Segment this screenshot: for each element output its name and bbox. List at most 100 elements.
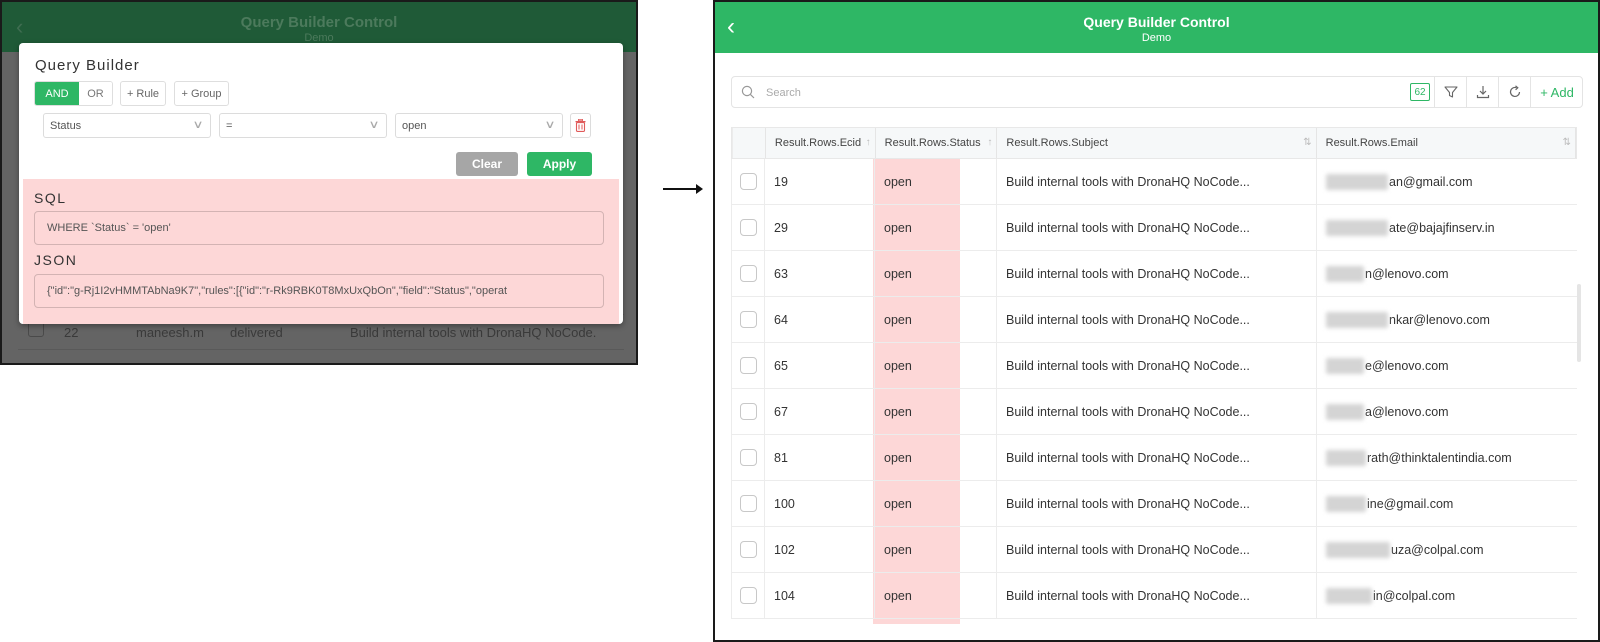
- cell-subject: Build internal tools with DronaHQ NoCode…: [997, 343, 1317, 388]
- row-checkbox[interactable]: [739, 495, 757, 512]
- sort-icon[interactable]: ⇅: [1563, 137, 1571, 148]
- row-subject: Build internal tools with DronaHQ NoCode…: [350, 325, 597, 340]
- row-select-cell: [731, 297, 765, 342]
- table-row[interactable]: 63 open Build internal tools with DronaHQ …: [731, 251, 1577, 297]
- operator-select-value: =: [226, 119, 233, 132]
- json-output-field[interactable]: {"id":"g-Rj1I2vHMMTAbNa9K7","rules":[{"i…: [34, 274, 604, 308]
- table-row[interactable]: 67 open Build internal tools with DronaHQ …: [731, 389, 1577, 435]
- cell-ecid: 63: [765, 251, 875, 296]
- refresh-icon: [1509, 85, 1520, 98]
- operator-select[interactable]: = ∨: [219, 113, 387, 138]
- value-select[interactable]: open ∨: [395, 113, 563, 138]
- cell-status: open: [875, 251, 997, 296]
- table-row[interactable]: 81 open Build internal tools with DronaHQ …: [731, 435, 1577, 481]
- redacted-blur: [1326, 219, 1388, 236]
- combinator-and[interactable]: AND: [35, 82, 79, 105]
- cell-status: open: [875, 389, 997, 434]
- cell-email: e@lenovo.com: [1317, 343, 1577, 388]
- delete-rule-button[interactable]: [570, 113, 591, 138]
- row-id: 22: [64, 325, 79, 340]
- cell-email: n@lenovo.com: [1317, 251, 1577, 296]
- column-header-ecid[interactable]: Result.Rows.Ecid ↑: [766, 128, 876, 158]
- query-output-panel: SQL WHERE `Status` = 'open' JSON {"id":"…: [23, 179, 619, 324]
- row-checkbox[interactable]: [739, 541, 757, 558]
- filter-button[interactable]: [1434, 77, 1466, 107]
- search-input[interactable]: [766, 83, 1366, 103]
- cell-subject: Build internal tools with DronaHQ NoCode…: [997, 251, 1317, 296]
- table-row[interactable]: 19 open Build internal tools with DronaHQ …: [731, 159, 1577, 205]
- cell-email: a@lenovo.com: [1317, 389, 1577, 434]
- row-checkbox[interactable]: [739, 173, 757, 190]
- apply-button[interactable]: Apply: [527, 152, 592, 176]
- email-visible-part: ine@gmail.com: [1367, 496, 1454, 511]
- cell-ecid: 19: [765, 159, 875, 204]
- cell-status: open: [875, 481, 997, 526]
- cell-ecid: 102: [765, 527, 875, 572]
- row-checkbox[interactable]: [739, 311, 757, 328]
- data-table: Result.Rows.Ecid ↑ Result.Rows.Status ↑ …: [731, 127, 1581, 624]
- redacted-blur: [1326, 265, 1364, 282]
- cell-email: ate@bajajfinserv.in: [1317, 205, 1577, 250]
- search-icon: [741, 85, 755, 99]
- clear-button[interactable]: Clear: [456, 152, 518, 176]
- cell-subject: Build internal tools with DronaHQ NoCode…: [997, 389, 1317, 434]
- row-select-cell: [731, 435, 765, 480]
- row-checkbox[interactable]: [739, 449, 757, 466]
- add-group-button[interactable]: + Group: [174, 81, 229, 106]
- field-select[interactable]: Status ∨: [43, 113, 211, 138]
- cell-status: open: [875, 159, 997, 204]
- email-visible-part: e@lenovo.com: [1365, 358, 1449, 373]
- email-visible-part: nkar@lenovo.com: [1389, 312, 1490, 327]
- column-header-email[interactable]: Result.Rows.Email ⇅: [1317, 128, 1576, 158]
- query-builder-modal-screenshot: ‹ Query Builder Control Demo 22 maneesh.…: [0, 0, 638, 365]
- table-row[interactable]: 65 open Build internal tools with DronaHQ …: [731, 343, 1577, 389]
- column-header-subject[interactable]: Result.Rows.Subject ⇅: [997, 128, 1317, 158]
- record-count-badge: 62: [1410, 83, 1430, 101]
- table-scrollbar[interactable]: [1577, 284, 1581, 362]
- row-select-cell: [731, 205, 765, 250]
- row-checkbox[interactable]: [739, 357, 757, 374]
- combinator-or[interactable]: OR: [79, 82, 112, 105]
- add-rule-button[interactable]: + Rule: [120, 81, 166, 106]
- add-record-button[interactable]: + Add: [1530, 77, 1583, 107]
- email-visible-part: in@colpal.com: [1373, 588, 1456, 603]
- chevron-down-icon: ∨: [368, 119, 380, 131]
- app-subtitle: Demo: [1141, 32, 1172, 44]
- sort-icon[interactable]: ↑: [866, 137, 871, 148]
- redacted-blur: [1326, 449, 1366, 466]
- row-checkbox[interactable]: [739, 403, 757, 420]
- row-checkbox[interactable]: [739, 219, 757, 236]
- sql-label: SQL: [34, 190, 67, 206]
- row-select-cell: [731, 481, 765, 526]
- cell-email: uza@colpal.com: [1317, 527, 1577, 572]
- json-label: JSON: [34, 252, 78, 268]
- cell-subject: Build internal tools with DronaHQ NoCode…: [997, 297, 1317, 342]
- refresh-button[interactable]: [1498, 77, 1530, 107]
- download-button[interactable]: [1466, 77, 1498, 107]
- sort-icon[interactable]: ↑: [987, 137, 992, 148]
- column-header-status[interactable]: Result.Rows.Status ↑: [876, 128, 998, 158]
- table-row[interactable]: 29 open Build internal tools with DronaHQ …: [731, 205, 1577, 251]
- cell-ecid: 104: [765, 573, 875, 618]
- cell-ecid: 29: [765, 205, 875, 250]
- table-row[interactable]: 102 open Build internal tools with DronaHQ…: [731, 527, 1577, 573]
- app-title: Query Builder Control: [1083, 14, 1230, 30]
- transition-arrow-icon: [663, 184, 703, 194]
- row-checkbox[interactable]: [739, 587, 757, 604]
- cell-email: an@gmail.com: [1317, 159, 1577, 204]
- cell-status: open: [875, 435, 997, 480]
- table-row[interactable]: 104 open Build internal tools with DronaHQ…: [731, 573, 1577, 619]
- table-row[interactable]: 64 open Build internal tools with DronaHQ …: [731, 297, 1577, 343]
- sql-output-field[interactable]: WHERE `Status` = 'open': [34, 211, 604, 245]
- email-visible-part: a@lenovo.com: [1365, 404, 1449, 419]
- row-checkbox[interactable]: [739, 265, 757, 282]
- cell-ecid: 100: [765, 481, 875, 526]
- table-toolbar: 62 + Add: [731, 76, 1583, 108]
- email-visible-part: uza@colpal.com: [1391, 542, 1484, 557]
- table-row[interactable]: 100 open Build internal tools with DronaHQ…: [731, 481, 1577, 527]
- cell-email: ine@gmail.com: [1317, 481, 1577, 526]
- sort-icon[interactable]: ⇅: [1303, 137, 1311, 148]
- row-name: maneesh.m: [136, 325, 204, 340]
- cell-status: open: [875, 527, 997, 572]
- email-visible-part: ate@bajajfinserv.in: [1389, 220, 1495, 235]
